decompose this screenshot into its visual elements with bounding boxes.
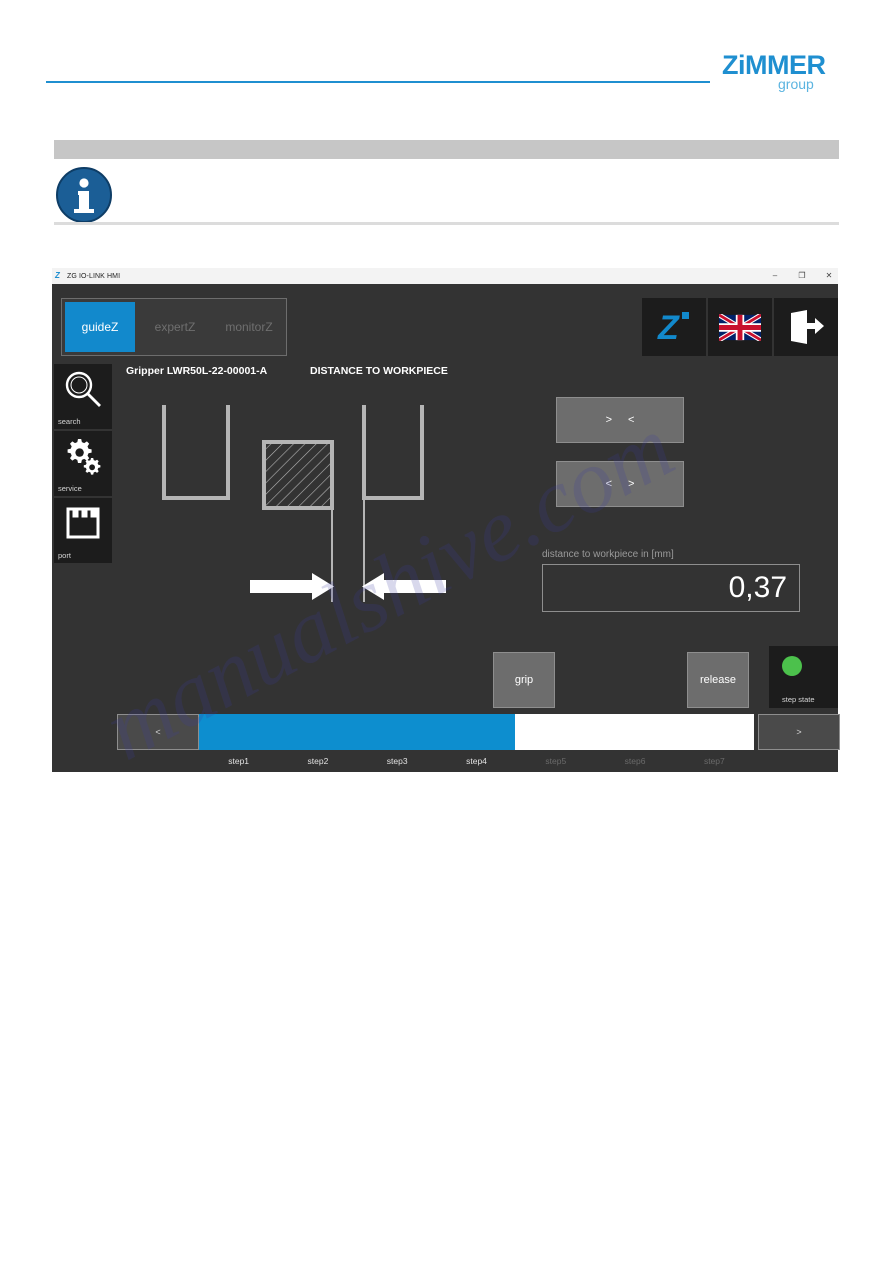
jog-open-right-arrow: > [628, 478, 635, 490]
jog-close-button[interactable]: > < [556, 397, 684, 443]
mode-tabstrip: guideZ expertZ monitorZ [61, 298, 287, 356]
minimize-button[interactable]: – [770, 268, 780, 284]
sidebar-item-port-label: port [58, 551, 71, 560]
page-title: DISTANCE TO WORKPIECE [310, 365, 448, 377]
step-label-5: step5 [545, 756, 567, 766]
tab-monitorz[interactable]: monitorZ [212, 299, 286, 355]
previous-step-button[interactable]: < [117, 714, 199, 750]
previous-step-label: < [155, 727, 161, 737]
header-icon-group: Z [642, 298, 838, 356]
tab-guidez[interactable]: guideZ [65, 302, 135, 352]
tab-guidez-label: guideZ [81, 320, 119, 334]
header-rule [46, 81, 710, 83]
sidebar-item-search[interactable]: search [54, 364, 112, 429]
info-heading-bar [54, 140, 839, 159]
step-label-6: step6 [624, 756, 646, 766]
sidebar-item-service-label: service [58, 484, 82, 493]
release-button-label: release [699, 674, 737, 686]
distance-value: 0,37 [728, 571, 787, 604]
grip-button[interactable]: grip [493, 652, 555, 708]
tab-expertz[interactable]: expertZ [138, 299, 212, 355]
maximize-button[interactable]: ❐ [797, 268, 807, 284]
jog-open-button[interactable]: < > [556, 461, 684, 507]
magnifier-icon [54, 368, 112, 410]
zimmer-logo-icon[interactable]: Z [642, 298, 706, 356]
gears-icon [54, 435, 112, 477]
info-icon [55, 166, 113, 224]
svg-text:Z: Z [657, 309, 680, 347]
window-title: ZG IO-LINK HMI [67, 272, 121, 280]
grip-button-label: grip [514, 674, 534, 686]
hmi-application-window: Z ZG IO-LINK HMI – ❐ ✕ guideZ expertZ mo… [52, 268, 840, 772]
next-step-label: > [796, 727, 802, 737]
zimmer-group-logo: ZiMMER group [722, 48, 844, 92]
tab-expertz-label: expertZ [154, 320, 196, 334]
release-button[interactable]: release [687, 652, 749, 708]
hmi-body: guideZ expertZ monitorZ Z search service… [52, 284, 840, 772]
step-label-7: step7 [703, 756, 725, 766]
step-label-3: step3 [386, 756, 408, 766]
step-state-led-icon [782, 656, 802, 676]
info-divider [54, 222, 839, 225]
window-titlebar: Z ZG IO-LINK HMI – ❐ ✕ [52, 268, 838, 284]
step-state-panel: step state [769, 646, 838, 708]
tab-monitorz-label: monitorZ [225, 320, 273, 334]
jog-close-right-arrow: < [628, 414, 635, 426]
sidebar: search service port [54, 364, 112, 565]
step-progress-fill [199, 714, 516, 750]
gripper-diagram [132, 390, 472, 620]
step-label-2: step2 [307, 756, 329, 766]
uk-flag-icon[interactable] [708, 298, 772, 356]
sidebar-item-service[interactable]: service [54, 431, 112, 496]
jog-close-left-arrow: > [605, 414, 612, 426]
step-label-1: step1 [228, 756, 250, 766]
logout-icon[interactable] [774, 298, 838, 356]
step-state-label: step state [782, 695, 815, 704]
jog-open-left-arrow: < [605, 478, 612, 490]
distance-field[interactable]: 0,37 [542, 564, 800, 612]
svg-text:group: group [778, 76, 814, 92]
step-progress-bar [199, 714, 754, 750]
step-label-4: step4 [466, 756, 487, 766]
window-controls: – ❐ ✕ [770, 268, 834, 284]
gripper-title: Gripper LWR50L-22-00001-A [126, 365, 268, 377]
close-button[interactable]: ✕ [824, 268, 834, 284]
app-icon: Z [55, 271, 60, 280]
step-label-row: step1 step2 step3 step4 step5 step6 step7 [199, 756, 754, 770]
distance-label: distance to workpiece in [mm] [542, 549, 674, 560]
page-root: ZiMMER group Z ZG IO-LINK HMI – ❐ ✕ guid… [0, 0, 893, 1263]
next-step-button[interactable]: > [758, 714, 840, 750]
sidebar-item-port[interactable]: port [54, 498, 112, 563]
ethernet-port-icon [54, 502, 112, 544]
sidebar-item-search-label: search [58, 417, 81, 426]
